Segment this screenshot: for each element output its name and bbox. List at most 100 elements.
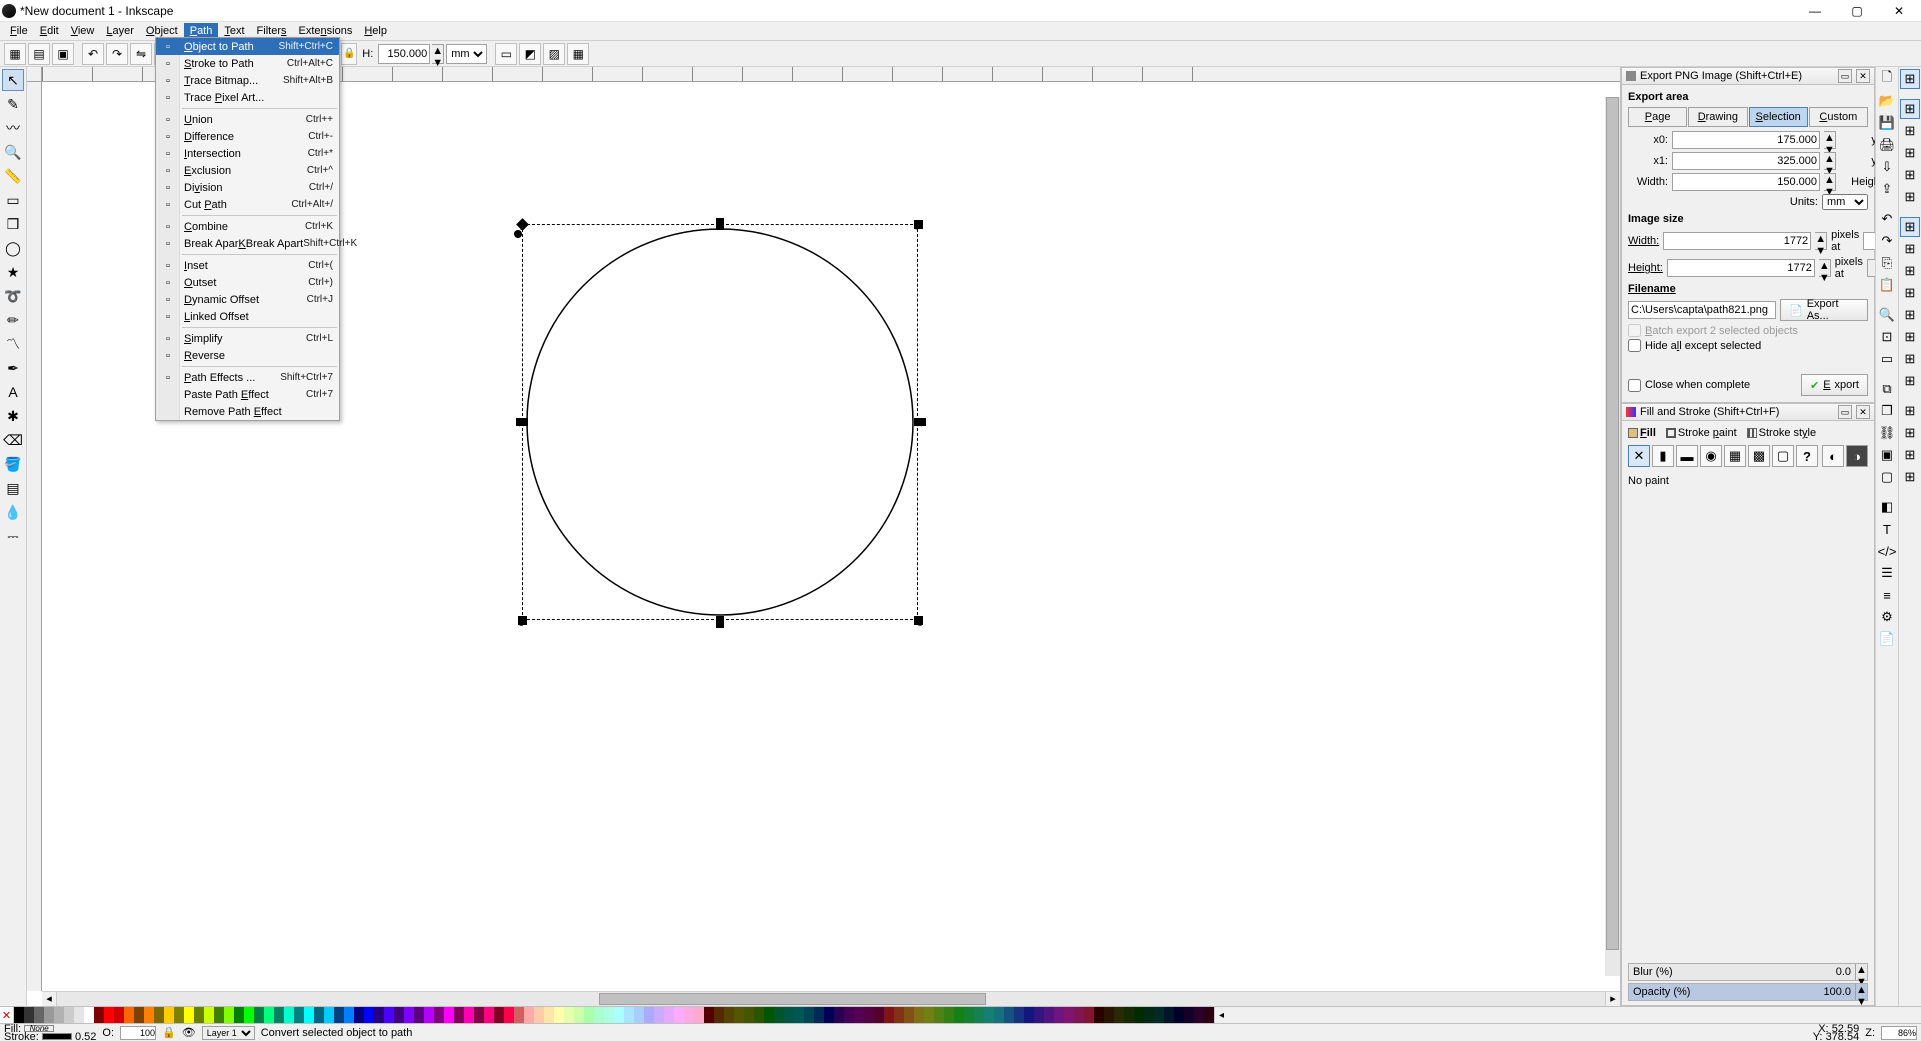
blur-slider[interactable]: Blur (%) 0.0 ▲▼ (1628, 963, 1868, 981)
handle-ne[interactable]: ↗ (914, 220, 923, 229)
snap-rot-center-button[interactable]: ⊞ (1900, 371, 1920, 391)
tool-spray[interactable]: ✱ (2, 405, 24, 427)
palette-swatch[interactable] (674, 1007, 684, 1023)
palette-swatch[interactable] (654, 1007, 664, 1023)
export-width-field[interactable] (1672, 173, 1820, 191)
opacity-slider[interactable]: Opacity (%) 100.0 ▲▼ (1628, 983, 1868, 1001)
export-tab-selection[interactable]: Selection (1749, 107, 1808, 127)
palette-swatch[interactable] (224, 1007, 234, 1023)
handle-w[interactable]: ↔ (516, 418, 528, 426)
cmd-paste[interactable]: 📋 (1877, 275, 1897, 295)
palette-swatch[interactable] (354, 1007, 364, 1023)
scale-stroke-button[interactable]: ▭ (495, 43, 517, 65)
palette-swatch[interactable] (84, 1007, 94, 1023)
handle-s[interactable]: ↕ (716, 616, 724, 628)
palette-swatch[interactable] (454, 1007, 464, 1023)
rotate-cw-button[interactable]: ↷ (106, 43, 128, 65)
tool-gradient[interactable]: ▤ (2, 477, 24, 499)
img-height-field[interactable] (1667, 259, 1815, 277)
cmd-zoom-page[interactable]: ▭ (1877, 349, 1897, 369)
scrollbar-horizontal[interactable]: ◂ ▸ (42, 991, 1620, 1006)
palette-swatch[interactable] (94, 1007, 104, 1023)
no-paint-button[interactable]: ✕ (1628, 445, 1650, 467)
palette-swatch[interactable] (174, 1007, 184, 1023)
palette-swatch[interactable] (804, 1007, 814, 1023)
palette-swatch[interactable] (1064, 1007, 1074, 1023)
palette-swatch[interactable] (524, 1007, 534, 1023)
tool-star[interactable]: ★ (2, 261, 24, 283)
status-layer-lock-icon[interactable]: 🔒 (162, 1026, 176, 1039)
palette-swatch[interactable] (574, 1007, 584, 1023)
export-button[interactable]: ✔ Export (1801, 374, 1868, 396)
palette-swatch[interactable] (684, 1007, 694, 1023)
tool-measure[interactable]: 📏 (2, 165, 24, 187)
tool-node[interactable]: ✎ (2, 93, 24, 115)
palette-swatch[interactable] (904, 1007, 914, 1023)
status-layer-visibility-icon[interactable]: 👁 (182, 1026, 196, 1039)
palette-swatch[interactable] (74, 1007, 84, 1023)
x0-spin[interactable]: ▲▼ (1824, 131, 1836, 149)
palette-swatch[interactable] (124, 1007, 134, 1023)
status-layer-select[interactable]: Layer 1 (202, 1026, 255, 1040)
cmd-undo[interactable]: ↶ (1877, 209, 1897, 229)
palette-swatch[interactable] (834, 1007, 844, 1023)
palette-swatch[interactable] (514, 1007, 524, 1023)
path-menu-exclusion[interactable]: ▫ExclusionCtrl+^ (156, 162, 339, 179)
tool-pointer[interactable]: ↖ (2, 69, 24, 91)
palette-scroll-button[interactable]: ◂ (1214, 1007, 1228, 1023)
snap-bbox-center-button[interactable]: ⊞ (1900, 187, 1920, 207)
palette-swatch[interactable] (104, 1007, 114, 1023)
palette-swatch[interactable] (864, 1007, 874, 1023)
palette-swatch[interactable] (1094, 1007, 1104, 1023)
window-maximize-button[interactable]: ▢ (1837, 1, 1877, 21)
cmd-export[interactable]: ⇪ (1877, 179, 1897, 199)
palette-swatch[interactable] (744, 1007, 754, 1023)
fill-tab[interactable]: Fill (1628, 427, 1656, 439)
snap-grid-button[interactable]: ⊞ (1900, 445, 1920, 465)
status-stroke-swatch[interactable] (42, 1033, 72, 1040)
stroke-paint-tab[interactable]: Stroke paint (1666, 427, 1737, 439)
snap-bbox-edge-button[interactable]: ⊞ (1900, 121, 1920, 141)
path-menu-object-to-path[interactable]: ▫Object to PathShift+Ctrl+C (156, 38, 339, 55)
palette-swatch[interactable] (274, 1007, 284, 1023)
cmd-text-dlg[interactable]: T (1877, 519, 1897, 539)
snap-guide-button[interactable]: ⊞ (1900, 467, 1920, 487)
palette-swatch[interactable] (994, 1007, 1004, 1023)
filename-field[interactable] (1628, 301, 1776, 319)
path-menu-trace-pixel-art[interactable]: ▫Trace Pixel Art... (156, 89, 339, 106)
path-menu-union[interactable]: ▫UnionCtrl++ (156, 111, 339, 128)
select-all-button[interactable]: ▦ (4, 43, 26, 65)
palette-swatch[interactable] (1004, 1007, 1014, 1023)
tool-tweak[interactable]: 〰 (2, 117, 24, 139)
cmd-print[interactable]: 🖨 (1877, 135, 1897, 155)
cmd-import[interactable]: ⇩ (1877, 157, 1897, 177)
path-menu-cut-path[interactable]: ▫Cut PathCtrl+Alt+/ (156, 196, 339, 213)
palette-swatch[interactable] (604, 1007, 614, 1023)
palette-swatch[interactable] (1114, 1007, 1124, 1023)
cmd-layers[interactable]: ☰ (1877, 563, 1897, 583)
export-as-button[interactable]: 📄 Export As... (1780, 299, 1868, 321)
palette-swatch[interactable] (1024, 1007, 1034, 1023)
palette-swatch[interactable] (624, 1007, 634, 1023)
palette-swatch[interactable] (334, 1007, 344, 1023)
path-menu-paste-path-effect[interactable]: Paste Path EffectCtrl+7 (156, 386, 339, 403)
menu-layer[interactable]: Layer (100, 23, 140, 39)
stroke-style-tab[interactable]: Stroke style (1747, 427, 1816, 439)
cmd-xml[interactable]: </> (1877, 541, 1897, 561)
palette-swatch[interactable] (464, 1007, 474, 1023)
cmd-duplicate[interactable]: ⧉ (1877, 379, 1897, 399)
fill-stroke-dock-button[interactable]: ▭ (1838, 405, 1852, 419)
fill-stroke-close-button[interactable]: ✕ (1856, 405, 1870, 419)
palette-swatch[interactable] (724, 1007, 734, 1023)
fill-stroke-panel-header[interactable]: Fill and Stroke (Shift+Ctrl+F) ▭ ✕ (1621, 403, 1875, 421)
palette-swatch[interactable] (1074, 1007, 1084, 1023)
palette-swatch[interactable] (264, 1007, 274, 1023)
palette-swatch[interactable] (1164, 1007, 1174, 1023)
palette-swatch[interactable] (794, 1007, 804, 1023)
status-opacity-field[interactable] (120, 1026, 156, 1040)
palette-swatch[interactable] (984, 1007, 994, 1023)
path-menu-combine[interactable]: ▫CombineCtrl+K (156, 218, 339, 235)
snap-button[interactable]: ⊞ (1900, 69, 1920, 89)
palette-swatch[interactable] (884, 1007, 894, 1023)
tool-connector[interactable]: ⎓ (2, 525, 24, 547)
